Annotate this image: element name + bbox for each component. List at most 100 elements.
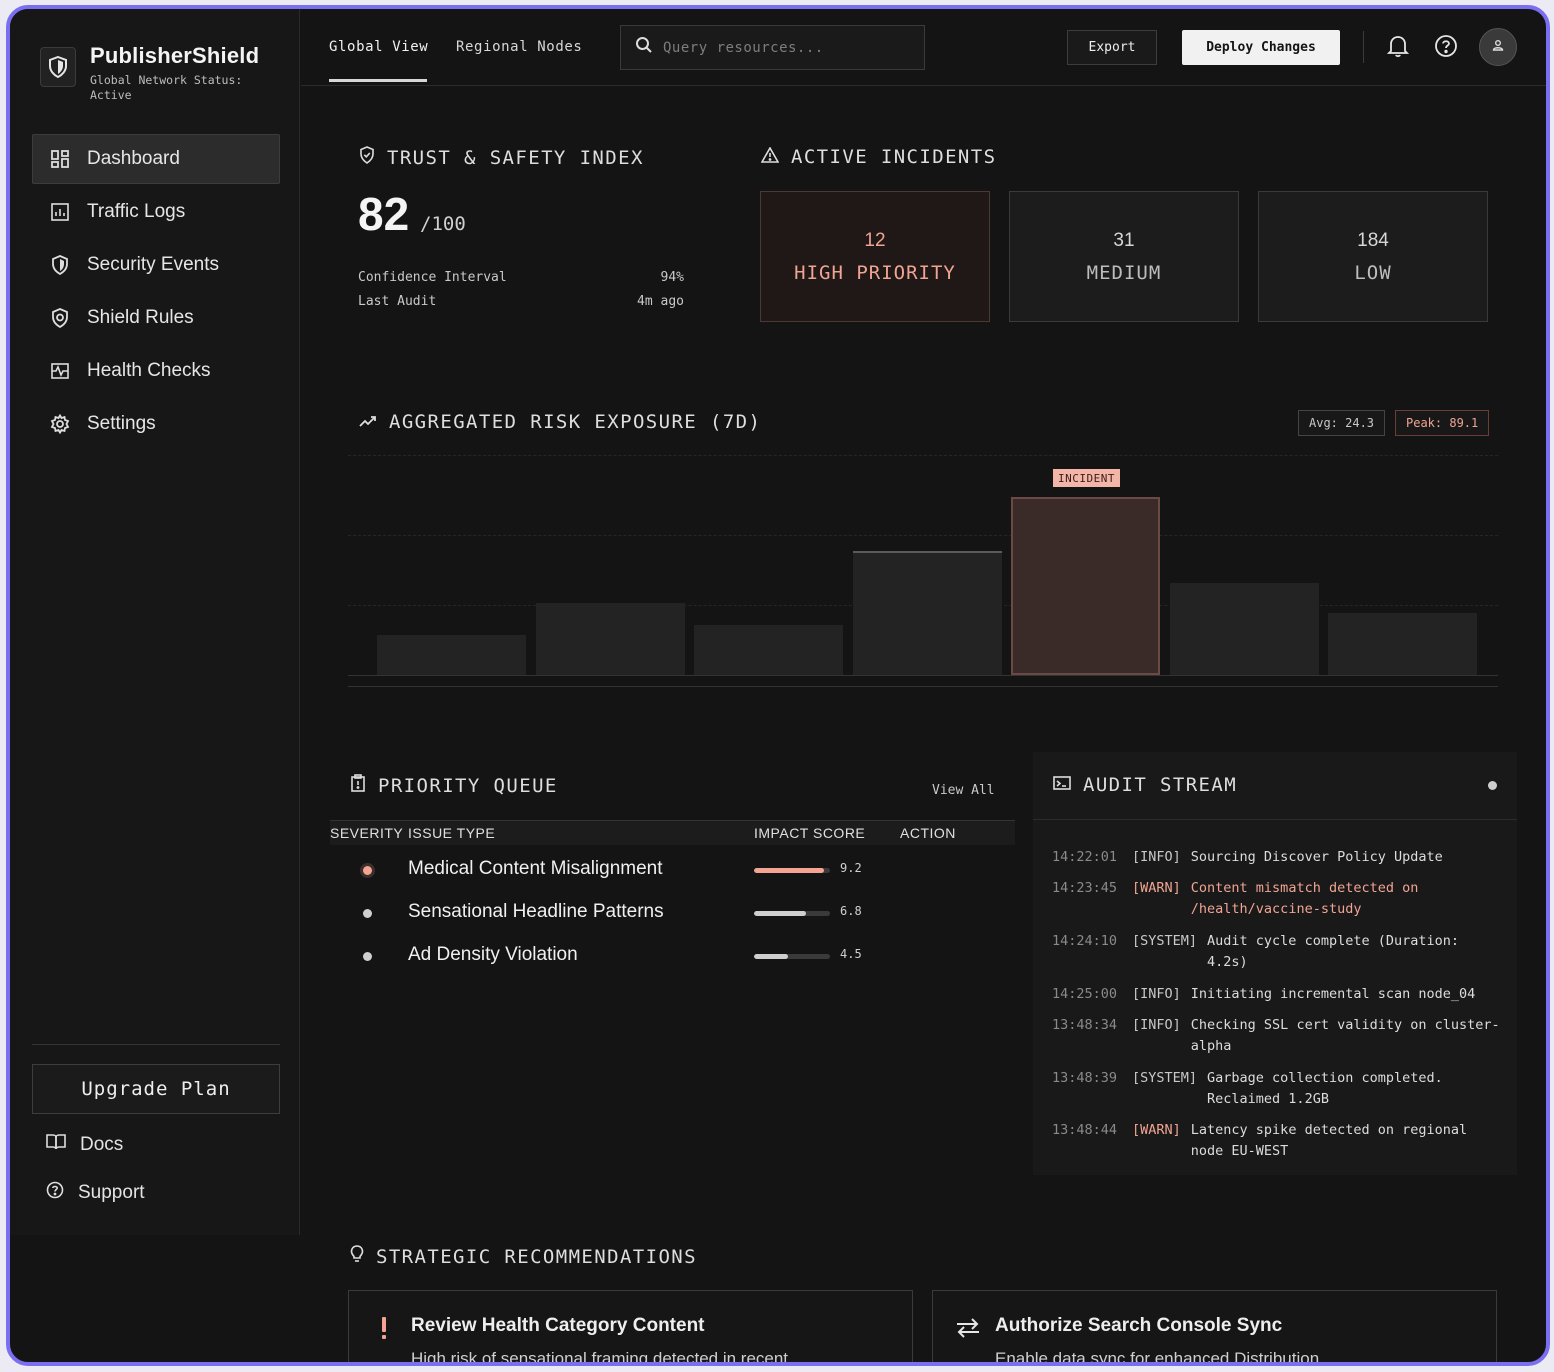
export-button[interactable]: Export <box>1067 30 1157 65</box>
book-icon <box>46 1133 66 1157</box>
warning-icon <box>760 146 780 168</box>
sidebar-item-dashboard[interactable]: Dashboard <box>32 134 280 184</box>
log-entry: 13:48:44 [WARN] Latency spike detected on … <box>1052 1120 1502 1162</box>
issue-name: Ad Density Violation <box>408 944 578 965</box>
impact-bar <box>754 868 830 873</box>
alert-icon <box>369 1313 399 1343</box>
incident-count: 31 <box>1113 229 1135 251</box>
log-entry: 13:48:34 [INFO] Checking SSL cert validity… <box>1052 1015 1502 1057</box>
log-level: [INFO] <box>1132 986 1181 1002</box>
docs-label: Docs <box>80 1134 124 1155</box>
shield-rules-icon <box>49 307 71 329</box>
sidebar-nav: Dashboard Traffic Logs Security Events S… <box>32 134 280 452</box>
impact-bar-fill <box>754 954 789 959</box>
risk-section-title: AGGREGATED RISK EXPOSURE (7D) <box>359 411 761 433</box>
help-icon[interactable] <box>1431 31 1461 61</box>
recommendations-section-title: STRATEGIC RECOMMENDATIONS <box>350 1245 697 1268</box>
col-issue-type: ISSUE TYPE <box>408 825 496 841</box>
log-level: [SYSTEM] <box>1132 933 1198 949</box>
chart-bar[interactable] <box>1328 613 1477 675</box>
support-link[interactable]: Support <box>46 1181 145 1205</box>
log-time: 14:23:45 <box>1052 880 1118 896</box>
docs-link[interactable]: Docs <box>46 1133 123 1157</box>
audit-stream-header: AUDIT STREAM <box>1033 752 1517 820</box>
incident-count: 12 <box>864 229 886 251</box>
impact-score: 4.5 <box>840 947 862 961</box>
help-circle-icon <box>46 1181 64 1205</box>
sidebar-item-shield-rules[interactable]: Shield Rules <box>32 293 280 343</box>
incidents-section-title: ACTIVE INCIDENTS <box>760 146 996 168</box>
chart-bar[interactable] <box>694 625 843 675</box>
sidebar-item-security-events[interactable]: Security Events <box>32 240 280 290</box>
upgrade-plan-button[interactable]: Upgrade Plan <box>32 1064 280 1114</box>
last-audit-row: Last Audit 4m ago <box>358 294 684 309</box>
terminal-icon <box>1053 774 1071 796</box>
log-time: 13:48:39 <box>1052 1070 1118 1086</box>
incident-card-medium[interactable]: 31 MEDIUM <box>1009 191 1239 322</box>
log-message: Audit cycle complete (Duration: 4.2s) <box>1207 933 1459 970</box>
log-level: [INFO] <box>1132 1017 1181 1033</box>
sidebar-item-label: Traffic Logs <box>87 201 186 222</box>
recommendation-title: Authorize Search Console Sync <box>995 1315 1283 1336</box>
sidebar-item-label: Shield Rules <box>87 307 194 328</box>
incident-label: HIGH PRIORITY <box>794 261 956 284</box>
table-row[interactable]: Sensational Headline Patterns 6.8 <box>330 898 1015 938</box>
impact-score: 9.2 <box>840 861 862 875</box>
recommendation-card-health[interactable]: Review Health Category Content High risk… <box>348 1290 913 1366</box>
log-entry: 13:48:39 [SYSTEM] Garbage collection compl… <box>1052 1068 1502 1110</box>
impact-bar-fill <box>754 911 806 916</box>
severity-dot <box>363 952 372 961</box>
log-entry: 14:22:01 [INFO] Sourcing Discover Policy U… <box>1052 847 1502 868</box>
trust-score: 82 <box>358 188 410 240</box>
gridline <box>348 455 1498 456</box>
brand-logo-icon <box>40 47 76 87</box>
recommendation-description: Enable data sync for enhanced Distributi… <box>995 1349 1320 1366</box>
trend-icon <box>359 411 377 433</box>
search-input[interactable] <box>663 39 903 56</box>
log-time: 13:48:34 <box>1052 1017 1118 1033</box>
incident-card-low[interactable]: 184 LOW <box>1258 191 1488 322</box>
table-row[interactable]: Medical Content Misalignment 9.2 <box>330 855 1015 895</box>
incident-label: MEDIUM <box>1086 261 1162 284</box>
sidebar-item-traffic-logs[interactable]: Traffic Logs <box>32 187 280 237</box>
sidebar-item-health-checks[interactable]: Health Checks <box>32 346 280 396</box>
chart-bar[interactable] <box>852 551 1002 675</box>
incident-card-high[interactable]: 12 HIGH PRIORITY <box>760 191 990 322</box>
chart-bar[interactable] <box>1169 583 1319 675</box>
col-impact-score: IMPACT SCORE <box>754 825 866 841</box>
log-message: Initiating incremental scan node_04 <box>1190 986 1476 1002</box>
recommendation-title: Review Health Category Content <box>411 1315 705 1336</box>
gridline <box>348 535 1498 536</box>
brand-name: PublisherShield <box>90 43 260 68</box>
chart-bar[interactable] <box>377 635 526 675</box>
peak-badge: Peak: 89.1 <box>1395 410 1490 436</box>
avatar[interactable] <box>1479 28 1517 66</box>
search-box[interactable] <box>620 25 925 70</box>
log-time: 13:48:44 <box>1052 1122 1118 1138</box>
dashboard-icon <box>49 148 71 170</box>
impact-bar <box>754 911 830 916</box>
confidence-label: Confidence Interval <box>358 270 507 285</box>
top-bar: Global View Regional Nodes Export Deploy… <box>301 9 1546 86</box>
bell-icon[interactable] <box>1383 31 1413 61</box>
table-row[interactable]: Ad Density Violation 4.5 <box>330 941 1015 981</box>
sidebar: PublisherShield Global Network Status: A… <box>10 9 300 1235</box>
sidebar-item-settings[interactable]: Settings <box>32 399 280 449</box>
tab-regional-nodes[interactable]: Regional Nodes <box>456 39 582 55</box>
deploy-changes-button[interactable]: Deploy Changes <box>1182 30 1340 65</box>
log-level: [WARN] <box>1132 880 1181 896</box>
recommendation-card-sync[interactable]: Authorize Search Console Sync Enable dat… <box>932 1290 1497 1366</box>
log-entry: 14:24:10 [SYSTEM] Audit cycle complete (Du… <box>1052 931 1502 973</box>
audit-section-title: AUDIT STREAM <box>1053 774 1237 796</box>
view-all-link[interactable]: View All <box>932 783 995 798</box>
chart-bar[interactable] <box>535 603 685 675</box>
recommendation-description: High risk of sensational framing detecte… <box>411 1349 789 1366</box>
log-message: Content mismatch detected on /health/vac… <box>1190 880 1419 917</box>
queue-table-header: SEVERITY ISSUE TYPE IMPACT SCORE ACTION <box>330 821 1015 845</box>
risk-chart: INCIDENT <box>348 455 1498 687</box>
severity-dot <box>363 866 372 875</box>
last-audit-label: Last Audit <box>358 294 437 309</box>
tab-global-view[interactable]: Global View <box>329 39 428 55</box>
chart-bar-incident[interactable] <box>1011 497 1160 675</box>
chart-bottom-rule <box>348 686 1498 687</box>
